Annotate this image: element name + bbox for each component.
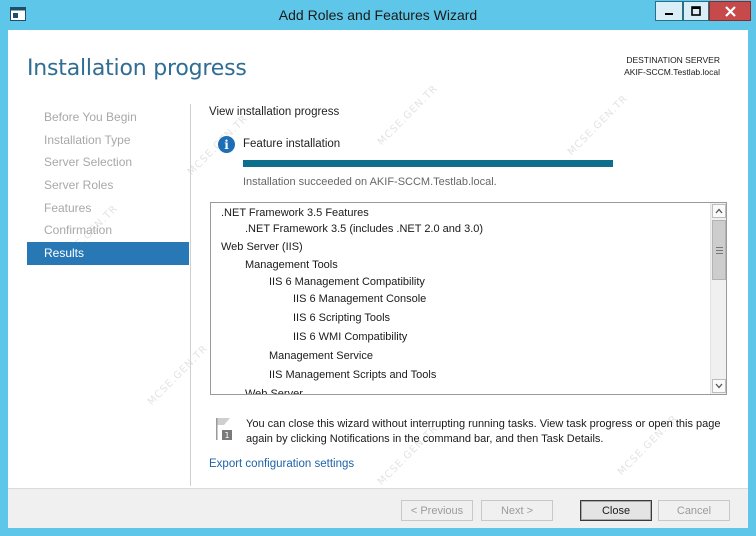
cancel-button[interactable]: Cancel [658, 500, 730, 521]
nav-item-confirmation: Confirmation [44, 223, 113, 238]
destination-server-name: AKIF-SCCM.Testlab.local [624, 67, 720, 77]
result-item: Web Server [245, 388, 303, 394]
wizard-footer: < Previous Next > Close Cancel [8, 488, 748, 528]
export-configuration-link[interactable]: Export configuration settings [209, 458, 354, 470]
nav-item-features: Features [44, 200, 92, 215]
previous-button[interactable]: < Previous [401, 500, 473, 521]
wizard-client-area: MCSE.GEN.TR MCSE.GEN.TR MCSE.GEN.TR MCSE… [8, 30, 748, 528]
chevron-down-icon [715, 383, 723, 389]
info-icon: i [218, 136, 235, 153]
maximize-button[interactable] [683, 1, 709, 21]
watermark: MCSE.GEN.TR [145, 343, 211, 408]
result-item: IIS 6 Scripting Tools [293, 312, 391, 324]
destination-server-label: DESTINATION SERVER [626, 55, 720, 65]
result-item: Web Server (IIS) [221, 241, 303, 253]
close-icon [724, 5, 736, 17]
nav-item-server-selection: Server Selection [44, 155, 133, 170]
scroll-thumb[interactable] [712, 220, 726, 280]
installation-status-text: Installation succeeded on AKIF-SCCM.Test… [243, 176, 497, 188]
minimize-button[interactable] [655, 1, 683, 21]
result-item: .NET Framework 3.5 Features [221, 207, 369, 219]
nav-item-server-roles: Server Roles [44, 178, 114, 193]
result-item: IIS Management Scripts and Tools [269, 369, 437, 381]
results-scrollbar[interactable] [710, 203, 726, 394]
svg-text:1: 1 [224, 431, 229, 440]
result-item: IIS 6 WMI Compatibility [293, 331, 408, 343]
wizard-steps-nav: Before You Begin Installation Type Serve… [27, 106, 189, 265]
notification-flag-icon: 1 [216, 418, 232, 440]
installation-progress-bar [243, 160, 613, 167]
result-item: IIS 6 Management Compatibility [269, 276, 425, 288]
results-list-box[interactable]: .NET Framework 3.5 Features .NET Framewor… [210, 202, 727, 395]
scroll-up-button[interactable] [712, 204, 726, 218]
result-item: Management Service [269, 350, 373, 362]
nav-item-installation-type: Installation Type [44, 132, 131, 147]
result-item: .NET Framework 3.5 (includes .NET 2.0 an… [245, 223, 484, 235]
maximize-icon [691, 6, 701, 16]
title-bar[interactable]: Add Roles and Features Wizard [0, 0, 756, 30]
result-item: Management Tools [245, 259, 338, 271]
close-wizard-note: You can close this wizard without interr… [246, 418, 721, 445]
watermark: MCSE.GEN.TR [375, 83, 441, 148]
watermark: MCSE.GEN.TR [565, 93, 631, 158]
feature-installation-label: Feature installation [243, 138, 341, 150]
window-title: Add Roles and Features Wizard [278, 7, 478, 23]
grip-icon [715, 246, 723, 254]
page-title: Installation progress [27, 56, 247, 81]
next-button[interactable]: Next > [481, 500, 553, 521]
close-button[interactable]: Close [580, 500, 652, 521]
nav-item-before-you-begin: Before You Begin [44, 110, 137, 124]
progress-fill [243, 160, 613, 167]
scroll-down-button[interactable] [712, 379, 726, 393]
nav-divider [190, 104, 191, 486]
close-window-button[interactable] [709, 1, 751, 21]
wizard-window: Add Roles and Features Wizard MCSE.GEN.T… [0, 0, 756, 536]
results-list: .NET Framework 3.5 Features .NET Framewor… [211, 203, 711, 394]
chevron-up-icon [715, 208, 723, 214]
view-progress-label: View installation progress [209, 106, 340, 118]
result-item: IIS 6 Management Console [293, 293, 427, 305]
nav-item-results[interactable]: Results [27, 242, 189, 265]
minimize-icon [665, 13, 673, 15]
